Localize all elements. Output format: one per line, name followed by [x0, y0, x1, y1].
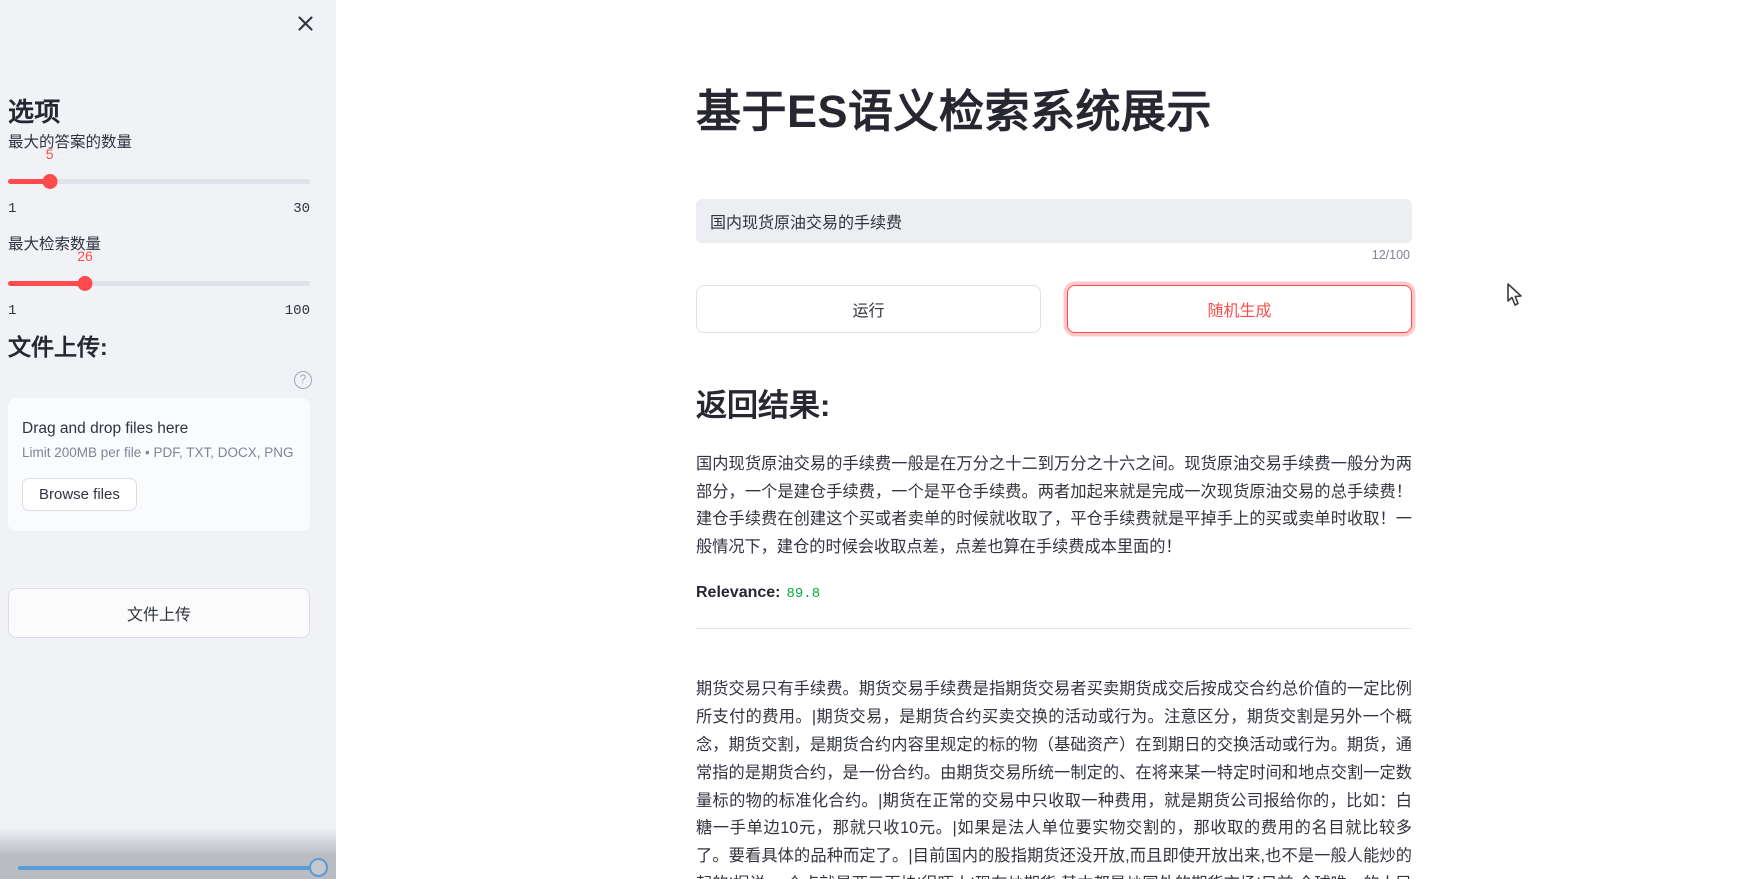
- options-heading: 选项: [8, 97, 61, 127]
- main-content-column: 基于ES语义检索系统展示 12/100 运行 随机生成 返回结果: 国内现货原油…: [696, 0, 1412, 879]
- file-upload-heading: 文件上传:: [8, 334, 108, 360]
- file-dropzone[interactable]: Drag and drop files here Limit 200MB per…: [8, 398, 310, 531]
- slider-range: 1 30: [8, 201, 310, 217]
- results-title: 返回结果:: [696, 387, 831, 423]
- mouse-cursor-icon: [1507, 283, 1522, 306]
- result-divider: [696, 628, 1412, 630]
- relevance-value: 89.8: [786, 586, 821, 603]
- slider-max-retrieval: 最大检索数量 26 1 100: [8, 232, 310, 319]
- run-button[interactable]: 运行: [696, 284, 1041, 333]
- slider-max: 100: [284, 303, 310, 319]
- action-button-row: 运行 随机生成: [696, 284, 1412, 333]
- relevance-row: Relevance: 89.8: [696, 584, 1412, 602]
- sidebar: 选项 最大的答案的数量 5 1 30 最大检索数量 26 1 100 文件上传:…: [0, 0, 336, 879]
- result-text: 国内现货原油交易的手续费一般是在万分之十二到万分之十六之间。现货原油交易手续费一…: [696, 454, 1412, 557]
- slider-range: 1 100: [8, 303, 310, 319]
- file-upload-submit-button[interactable]: 文件上传: [8, 588, 310, 638]
- query-input-wrapper: 12/100: [696, 198, 1412, 262]
- result-text: 期货交易只有手续费。期货交易手续费是指期货交易者买卖期货成交后按成交合约总价值的…: [696, 680, 1412, 879]
- slider-max: 30: [293, 201, 310, 217]
- slider-control[interactable]: 5: [8, 146, 310, 196]
- slider-min: 1: [8, 201, 17, 217]
- slider-min: 1: [8, 303, 17, 319]
- relevance-label: Relevance:: [696, 584, 781, 602]
- random-generate-button[interactable]: 随机生成: [1067, 284, 1412, 333]
- query-input[interactable]: [696, 198, 1412, 243]
- slider-thumb[interactable]: [77, 276, 93, 291]
- help-icon[interactable]: ?: [294, 371, 312, 389]
- dropzone-limits: Limit 200MB per file • PDF, TXT, DOCX, P…: [22, 445, 294, 460]
- bottom-scroll-slider[interactable]: [18, 858, 328, 877]
- close-icon[interactable]: [288, 6, 322, 40]
- bottom-scroll-thumb[interactable]: [309, 858, 328, 877]
- slider-value: 26: [77, 248, 93, 264]
- slider-control[interactable]: 26: [8, 248, 310, 298]
- slider-fill: [8, 281, 85, 286]
- slider-value: 5: [45, 146, 54, 162]
- main-panel: 基于ES语义检索系统展示 12/100 运行 随机生成 返回结果: 国内现货原油…: [336, 0, 1749, 879]
- page-title: 基于ES语义检索系统展示: [696, 86, 1213, 137]
- dropzone-instruction: Drag and drop files here: [22, 420, 189, 437]
- sidebar-bottom-bar: [0, 827, 336, 879]
- browse-files-button[interactable]: Browse files: [22, 478, 137, 511]
- char-counter: 12/100: [1371, 247, 1410, 262]
- slider-max-answers: 最大的答案的数量 5 1 30: [8, 130, 310, 217]
- sidebar-inner: 选项 最大的答案的数量 5 1 30 最大检索数量 26 1 100 文件上传:…: [0, 0, 336, 879]
- app-root: dingshengjie, dsj2023-10-27 dingshengjie…: [0, 0, 1749, 879]
- slider-thumb[interactable]: [42, 174, 58, 189]
- slider-label: 最大检索数量: [8, 236, 102, 253]
